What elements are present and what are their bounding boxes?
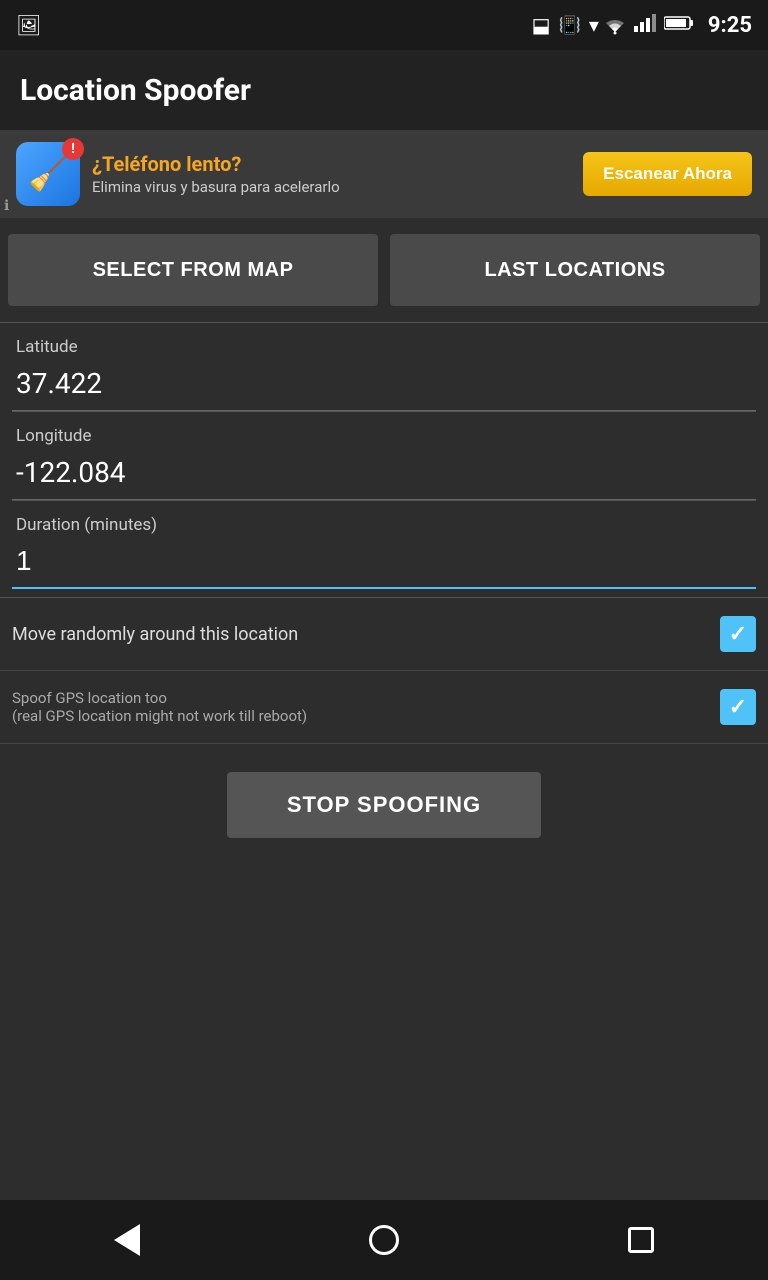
- battery-icon: [664, 15, 694, 35]
- longitude-label: Longitude: [12, 412, 756, 450]
- stop-spoofing-button[interactable]: STOP SPOOFING: [227, 772, 541, 838]
- recent-button[interactable]: [628, 1227, 654, 1253]
- ad-subtitle: Elimina virus y basura para acelerarlo: [92, 178, 571, 196]
- ad-scan-button[interactable]: Escanear Ahora: [583, 152, 752, 196]
- status-time: 9:25: [708, 13, 752, 38]
- move-randomly-label: Move randomly around this location: [12, 624, 720, 645]
- spoof-gps-checkbox[interactable]: [720, 689, 756, 725]
- spoof-gps-row: Spoof GPS location too (real GPS locatio…: [0, 671, 768, 744]
- ad-banner: 🧹 ! ¿Teléfono lento? Elimina virus y bas…: [0, 130, 768, 218]
- home-button[interactable]: [369, 1225, 399, 1255]
- gallery-icon: 🖼: [16, 13, 41, 37]
- move-randomly-checkbox[interactable]: [720, 616, 756, 652]
- main-content: SELECT FROM MAP LAST LOCATIONS Latitude …: [0, 218, 768, 866]
- status-bar-left: 🖼: [16, 13, 41, 37]
- back-icon: [114, 1224, 140, 1256]
- signal-icon: [634, 14, 656, 36]
- latitude-value: 37.422: [12, 361, 756, 411]
- home-icon: [369, 1225, 399, 1255]
- stop-btn-wrap: STOP SPOOFING: [0, 744, 768, 866]
- field-group: Latitude 37.422 Longitude -122.084 Durat…: [0, 323, 768, 589]
- move-randomly-row: Move randomly around this location: [0, 598, 768, 671]
- ad-badge: !: [62, 138, 84, 160]
- last-locations-button[interactable]: LAST LOCATIONS: [390, 234, 760, 306]
- latitude-label: Latitude: [12, 323, 756, 361]
- duration-label: Duration (minutes): [12, 501, 756, 539]
- vibrate-icon: 📳: [559, 15, 581, 36]
- select-from-map-button[interactable]: SELECT FROM MAP: [8, 234, 378, 306]
- ad-title: ¿Teléfono lento?: [92, 152, 571, 176]
- duration-input[interactable]: [12, 539, 756, 589]
- ad-icon-wrap: 🧹 !: [16, 142, 80, 206]
- bluetooth-icon: ⬓: [532, 13, 551, 37]
- status-icons: ⬓ 📳 ▾: [532, 13, 752, 38]
- button-row: SELECT FROM MAP LAST LOCATIONS: [0, 218, 768, 322]
- longitude-value: -122.084: [12, 450, 756, 500]
- ad-info-icon: ℹ: [4, 198, 9, 214]
- app-bar: Location Spoofer: [0, 50, 768, 130]
- back-button[interactable]: [114, 1224, 140, 1256]
- wifi-icon: ▾: [589, 13, 626, 37]
- nav-bar: [0, 1200, 768, 1280]
- ad-text: ¿Teléfono lento? Elimina virus y basura …: [92, 152, 571, 196]
- status-bar: 🖼 ⬓ 📳 ▾: [0, 0, 768, 50]
- app-title: Location Spoofer: [20, 73, 251, 108]
- recent-icon: [628, 1227, 654, 1253]
- spoof-gps-label: Spoof GPS location too (real GPS locatio…: [12, 689, 720, 725]
